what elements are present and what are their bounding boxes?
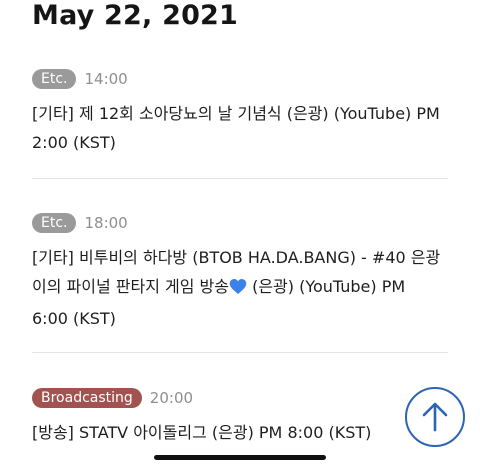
event-meta: Etc. 14:00 (32, 68, 452, 90)
event-time: 20:00 (149, 389, 194, 407)
home-indicator (154, 455, 326, 460)
date-title: May 22, 2021 (32, 0, 239, 31)
event-title: [방송] STATV 아이돌리그 (은광) PM 8:00 (KST) (32, 423, 372, 442)
scroll-to-top-button[interactable] (405, 387, 465, 447)
arrow-up-icon (422, 402, 448, 432)
event-item[interactable]: Etc. 18:00 [기타] 비투비의 하다방 (BTOB HA.DA.BAN… (32, 212, 452, 333)
event-meta: Etc. 18:00 (32, 212, 452, 234)
event-time: 18:00 (84, 214, 128, 232)
category-badge: Etc. (32, 69, 77, 89)
schedule-page: May 22, 2021 Etc. 14:00 [기타] 제 12회 소아당뇨의… (0, 0, 480, 470)
category-badge: Broadcasting (32, 388, 142, 408)
divider (32, 352, 448, 353)
event-title: [기타] 제 12회 소아당뇨의 날 기념식 (은광) (YouTube) PM… (32, 104, 440, 152)
event-meta: Broadcasting 20:00 (32, 387, 452, 409)
category-badge: Etc. (32, 213, 77, 233)
event-time: 14:00 (84, 70, 128, 88)
divider (32, 178, 448, 179)
event-item[interactable]: Broadcasting 20:00 [방송] STATV 아이돌리그 (은광)… (32, 387, 452, 447)
event-item[interactable]: Etc. 14:00 [기타] 제 12회 소아당뇨의 날 기념식 (은광) (… (32, 68, 452, 157)
blue-heart-icon (229, 275, 247, 304)
event-title: [기타] 비투비의 하다방 (BTOB HA.DA.BANG) - #40 은광… (32, 243, 444, 333)
